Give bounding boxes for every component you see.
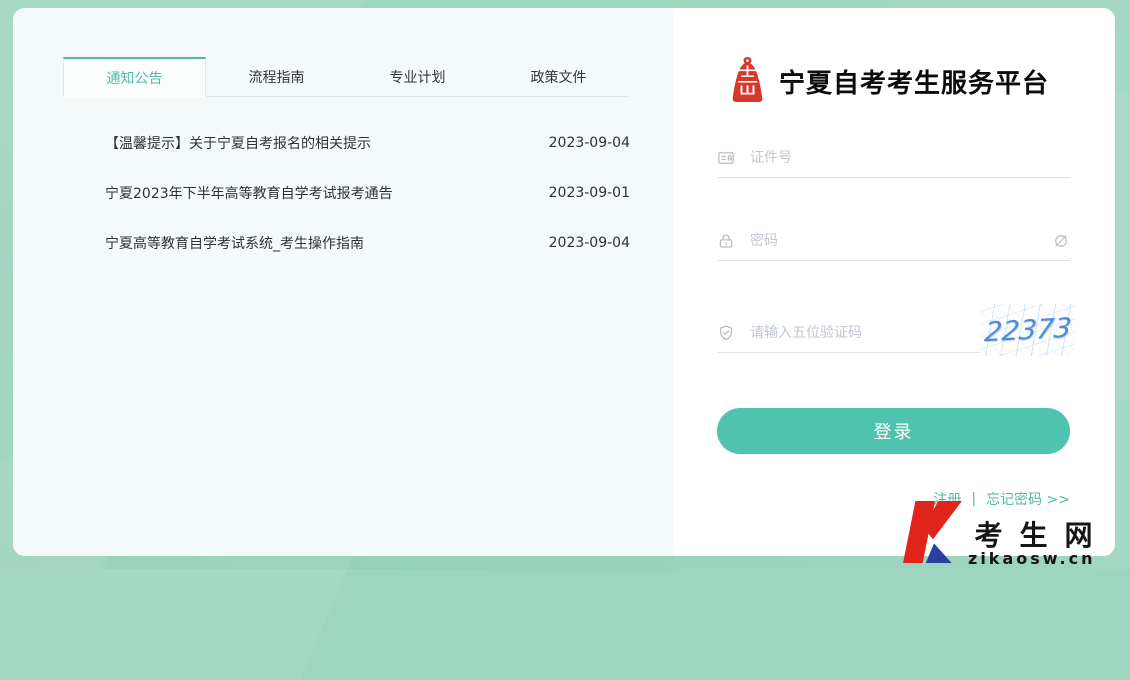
password-field: [717, 221, 1070, 261]
notice-date: 2023-09-01: [549, 185, 630, 201]
captcha-field: [717, 313, 980, 353]
notice-date: 2023-09-04: [549, 135, 630, 151]
login-button[interactable]: 登录: [717, 408, 1070, 454]
captcha-input[interactable]: [748, 324, 980, 342]
id-card-icon: [717, 149, 735, 167]
id-number-input[interactable]: [748, 149, 1070, 167]
id-number-field: [717, 138, 1070, 178]
eye-off-icon[interactable]: [1052, 232, 1070, 250]
watermark: 考生网 zikaosw.cn: [901, 501, 1092, 567]
watermark-name: 考生网: [974, 521, 1109, 550]
tab-major-plan[interactable]: 专业计划: [347, 57, 488, 96]
captcha-code: 22373: [983, 312, 1073, 347]
notice-title[interactable]: 【温馨提示】关于宁夏自考报名的相关提示: [105, 133, 371, 153]
password-input[interactable]: [748, 232, 1039, 250]
page-title: 宁夏自考考生服务平台: [779, 63, 1049, 100]
notice-date: 2023-09-04: [549, 235, 630, 251]
notice-row[interactable]: 宁夏高等教育自学考试系统_考生操作指南 2023-09-04: [105, 218, 630, 268]
login-panel: 宁夏自考考生服务平台: [673, 8, 1115, 556]
main-card: 通知公告 流程指南 专业计划 政策文件 【温馨提示】关于宁夏自考报名的相关提示 …: [13, 8, 1115, 556]
tab-process-guide[interactable]: 流程指南: [206, 57, 347, 96]
captcha-image[interactable]: 22373: [980, 304, 1075, 356]
watermark-k-logo: [901, 501, 965, 567]
page-background: { "app": { "title": "宁夏自考考生服务平台" }, "tab…: [0, 0, 1130, 569]
platform-seal-icon: [731, 56, 764, 107]
tab-notice[interactable]: 通知公告: [63, 57, 206, 97]
shield-check-icon: [717, 324, 735, 342]
notice-title[interactable]: 宁夏高等教育自学考试系统_考生操作指南: [105, 233, 364, 253]
tab-policy-files[interactable]: 政策文件: [488, 57, 629, 96]
notice-row[interactable]: 【温馨提示】关于宁夏自考报名的相关提示 2023-09-04: [105, 118, 630, 168]
lock-icon: [717, 232, 735, 250]
notice-title[interactable]: 宁夏2023年下半年高等教育自学考试报考通告: [105, 183, 393, 203]
notice-list: 【温馨提示】关于宁夏自考报名的相关提示 2023-09-04 宁夏2023年下半…: [105, 118, 630, 268]
tab-bar: 通知公告 流程指南 专业计划 政策文件: [63, 57, 629, 97]
login-header: 宁夏自考考生服务平台: [731, 56, 1049, 107]
watermark-text: 考生网 zikaosw.cn: [968, 521, 1092, 567]
notice-row[interactable]: 宁夏2023年下半年高等教育自学考试报考通告 2023-09-01: [105, 168, 630, 218]
notice-panel: 通知公告 流程指南 专业计划 政策文件 【温馨提示】关于宁夏自考报名的相关提示 …: [13, 8, 673, 556]
watermark-domain: zikaosw.cn: [968, 551, 1095, 567]
